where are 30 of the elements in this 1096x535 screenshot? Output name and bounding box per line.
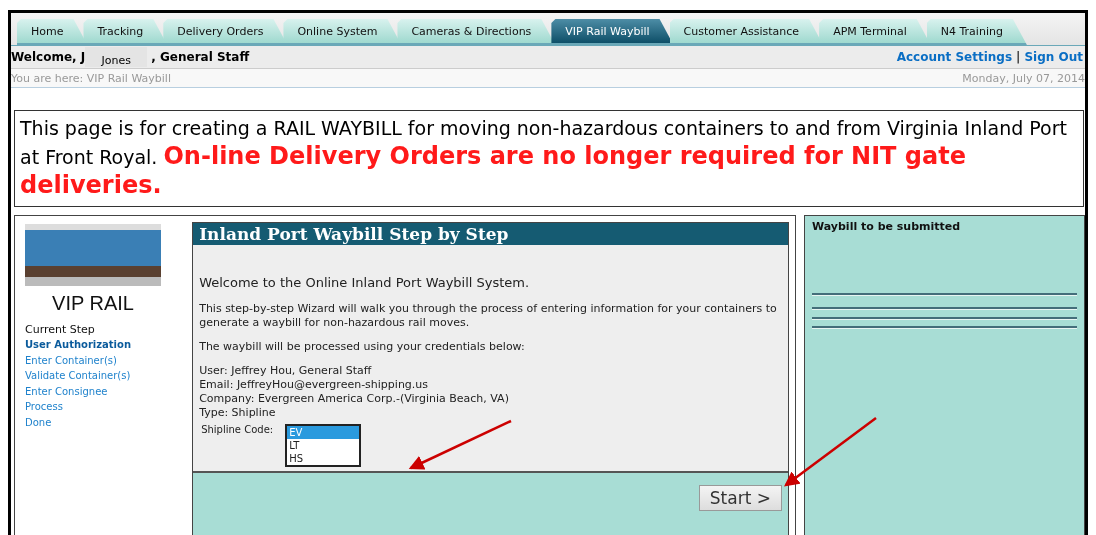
credential-line: Company: Evergreen America Corp.-(Virginia Beach, VA) [199,392,510,406]
name-popup: Jones [85,47,148,67]
shipline-listbox[interactable]: EV LT HS [285,424,362,467]
date-text: Monday, July 07, 2014 [962,71,1085,85]
start-button[interactable]: Start > [698,485,782,511]
welcome-text: Welcome, J [11,50,86,64]
nav-tab[interactable]: N4 Training [926,19,1027,45]
welcome-role: , General Staff [151,50,250,64]
steps-heading: Current Step [25,323,96,336]
notice-text: This page is for creating a RAIL WAYBILL for moving non-hazardous containers to and from Virginia Inland Port at Front Royal. On-line Delivery Orders are no longer required for NIT gate deliveries. [14,110,1084,207]
credential-line: User: Jeffrey Hou, General Staff [199,364,373,378]
account-settings-link[interactable]: Account Settings [896,50,1013,64]
step-link[interactable]: Enter Consignee [25,383,183,399]
step-link[interactable]: Process [25,399,183,415]
step-link[interactable]: Done [25,414,183,430]
link-separator: | [1016,50,1021,64]
step-link[interactable]: User Authorization [25,337,183,353]
intro-text: This step-by-step Wizard will walk you through the process of entering information for your containers to generate a waybill for non-hazardous rail moves. [199,302,778,330]
credential-line: Type: Shipline [199,406,277,420]
step-link[interactable]: Enter Container(s) [25,352,183,368]
summary-title: Waybill to be submitted [812,220,962,233]
wizard-title: Inland Port Waybill Step by Step [193,223,788,245]
breadcrumb: You are here: VIP Rail Waybill [11,71,171,85]
credential-line: Email: JeffreyHou@evergreen-shipping.us [199,378,430,392]
welcome-heading: Welcome to the Online Inland Port Waybill System. [199,275,531,290]
credentials-intro: The waybill will be processed using your credentials below: [199,340,526,354]
sidebar-title: VIP RAIL [51,292,135,315]
shipline-label: Shipline Code: [201,424,274,435]
step-link[interactable]: Validate Container(s) [25,368,183,384]
sign-out-link[interactable]: Sign Out [1024,50,1083,64]
